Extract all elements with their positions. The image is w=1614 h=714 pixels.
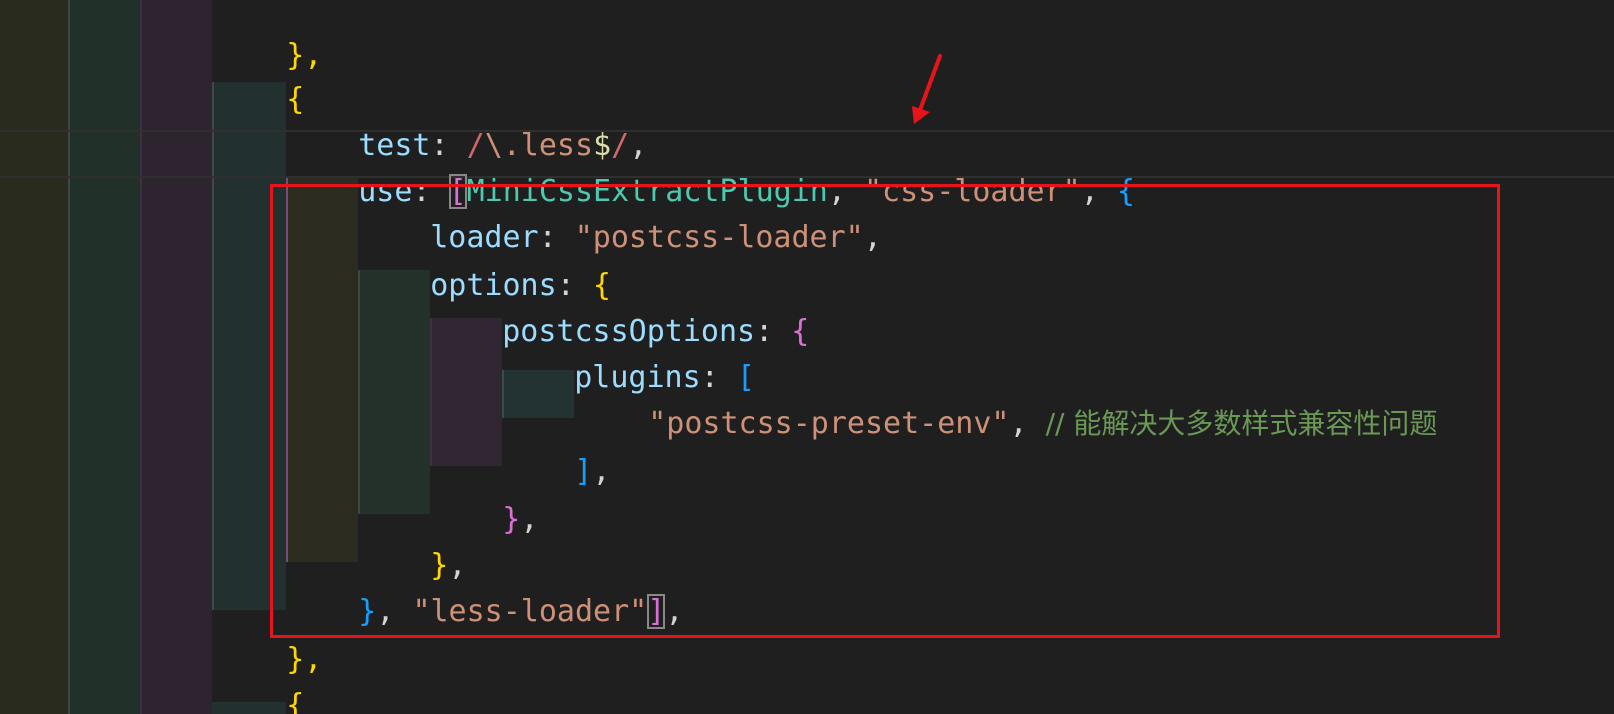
code-line-test[interactable]: test: /\.less$/,	[286, 86, 647, 163]
annotation-highlight-box	[270, 184, 1500, 638]
code-line-2[interactable]: {	[214, 40, 304, 117]
annotation-arrow-icon	[912, 54, 942, 124]
indent-guide-1	[0, 0, 68, 714]
indent-guide-2	[68, 0, 140, 714]
code-line-rule-open[interactable]: {	[214, 646, 304, 714]
code-line-use[interactable]: use: [MiniCssExtractPlugin, "css-loader"…	[286, 132, 1135, 209]
code-editor[interactable]: }, { test: /\.less$/, use: [MiniCssExtra…	[0, 0, 1614, 714]
indent-guide-3	[140, 0, 212, 714]
code-token-brace: {	[286, 688, 305, 714]
code-line-1[interactable]: },	[214, 0, 322, 73]
